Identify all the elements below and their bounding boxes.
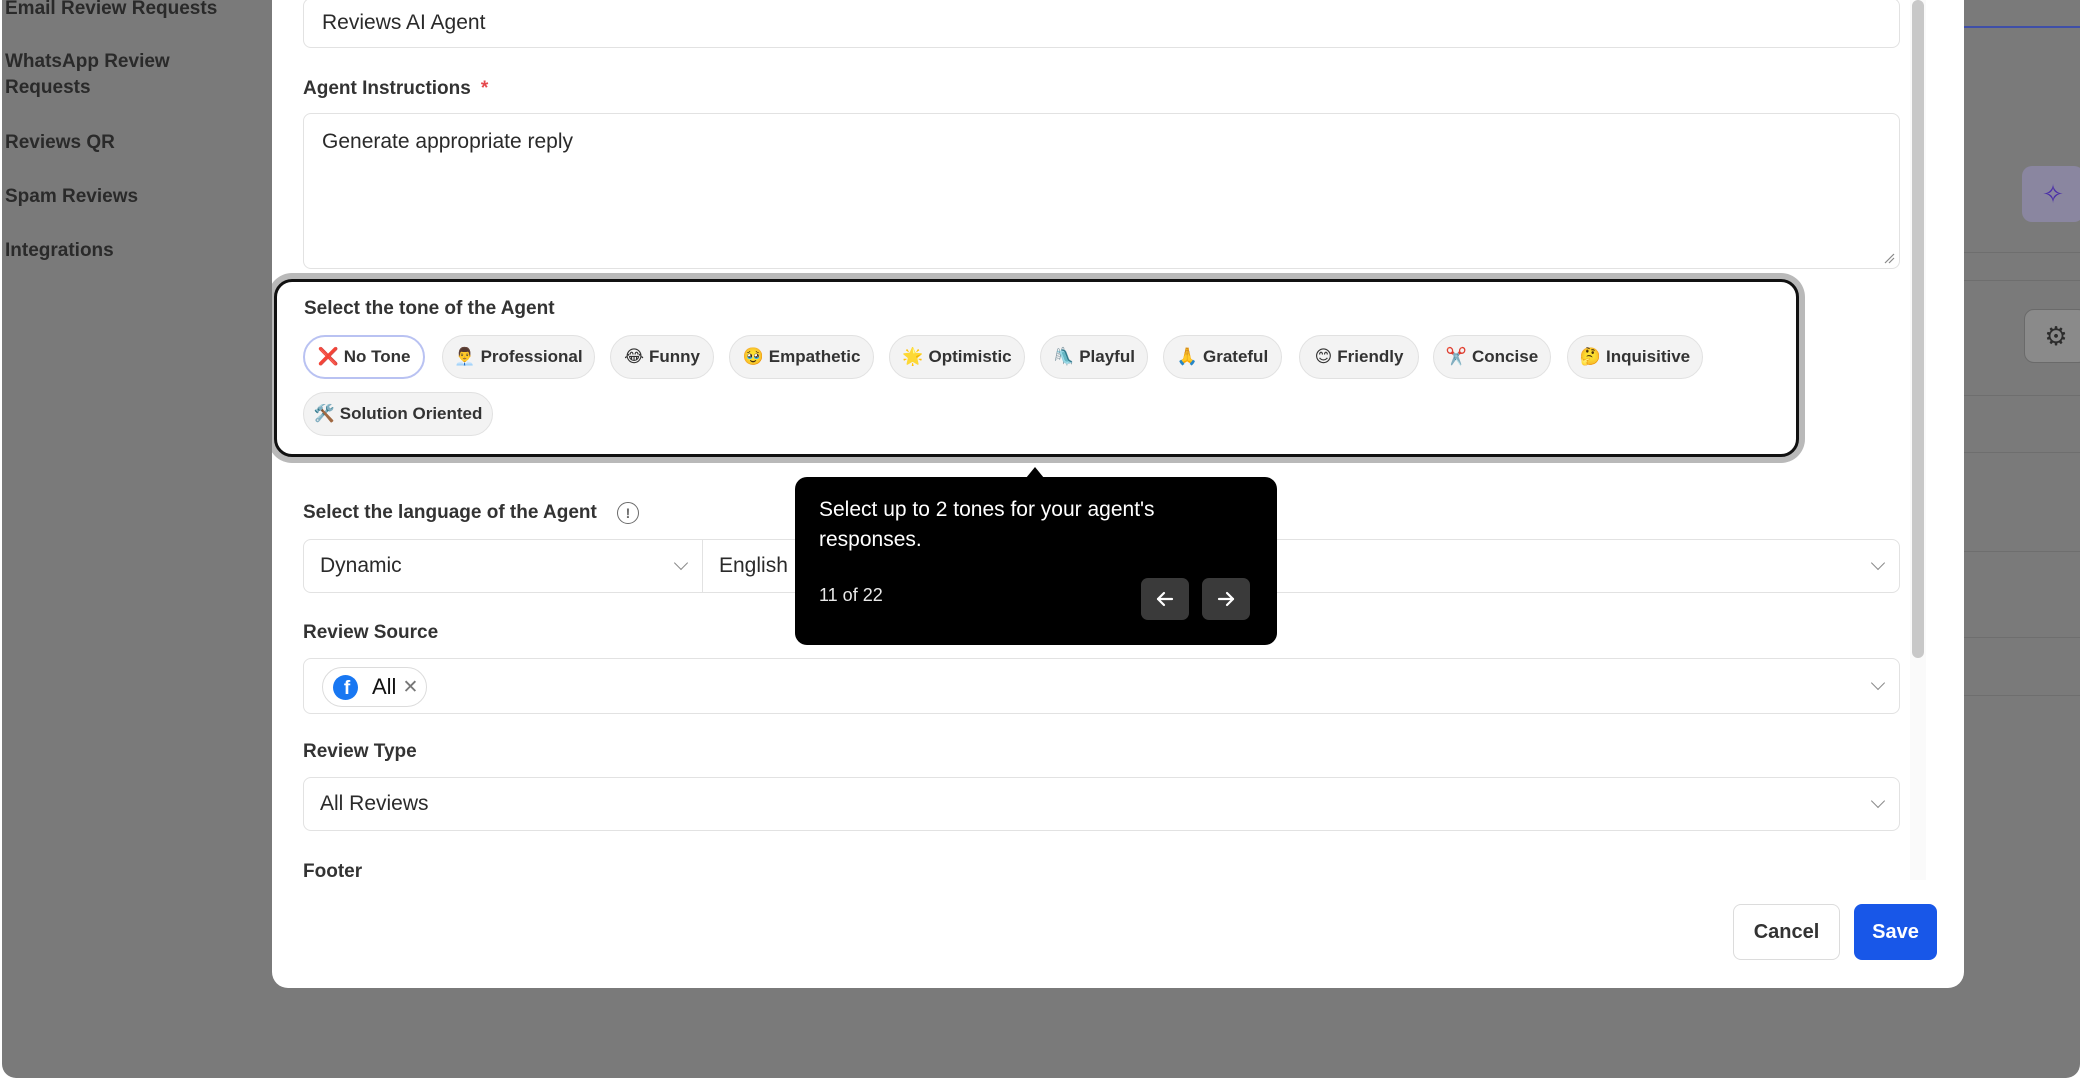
close-icon[interactable]: ✕ [402, 676, 418, 699]
background-divider [1962, 395, 2080, 396]
cancel-button[interactable]: Cancel [1733, 904, 1840, 960]
tone-chip-inquisitive[interactable]: 🤔 Inquisitive [1567, 335, 1703, 379]
review-type-label: Review Type [303, 741, 417, 762]
settings-button[interactable]: ⚙ [2024, 309, 2080, 363]
info-icon[interactable]: ! [617, 502, 639, 524]
footer-label: Footer [303, 861, 363, 880]
language-mode-select[interactable]: Dynamic [303, 539, 703, 593]
background-tab-underline [1962, 26, 2080, 28]
language-mode-value: Dynamic [320, 554, 402, 577]
sidebar-item-email-review-requests[interactable]: Email Review Requests [5, 0, 245, 22]
tone-chip-label: Inquisitive [1606, 347, 1691, 366]
tone-chip-concise[interactable]: ✂️ Concise [1433, 335, 1551, 379]
tone-chip-label: Friendly [1337, 347, 1404, 366]
playground-slide-icon: 🛝 [1053, 347, 1075, 366]
background-divider [1962, 637, 2080, 638]
cross-mark-icon: ❌ [317, 347, 339, 366]
scrollbar-thumb[interactable] [1912, 0, 1924, 658]
tone-chip-label: No Tone [343, 347, 411, 366]
chevron-down-icon [1870, 793, 1886, 809]
gear-icon: ⚙ [2044, 320, 2068, 351]
review-type-select[interactable]: All Reviews [303, 777, 1900, 831]
chevron-down-icon [673, 555, 689, 571]
background-divider [1962, 452, 2080, 453]
review-source-tag: f All ✕ [322, 667, 428, 707]
tooltip-prev-button[interactable] [1141, 578, 1189, 620]
star-icon: 🌟 [902, 347, 924, 366]
laughing-face-icon: 😂 [624, 347, 644, 366]
tools-icon: 🛠️ [313, 404, 335, 423]
teary-face-icon: 🥹 [742, 347, 764, 366]
modal-scroll-area[interactable]: Reviews AI Agent Agent Instructions * Gen… [272, 0, 1932, 880]
agent-instructions-value: Generate appropriate reply [322, 130, 573, 153]
tone-chip-label: Optimistic [928, 347, 1012, 366]
language-value: English [719, 554, 788, 577]
facebook-icon: f [333, 674, 358, 700]
tone-chip-friendly[interactable]: 😊 Friendly [1299, 335, 1419, 379]
tone-chip-solution-oriented[interactable]: 🛠️ Solution Oriented [303, 392, 493, 436]
ai-assist-button[interactable]: ✧ [2022, 166, 2080, 222]
tone-chip-label: Playful [1079, 347, 1135, 366]
tone-chip-label: Concise [1472, 347, 1539, 366]
tone-chip-label: Grateful [1202, 347, 1269, 366]
tone-chip-label: Solution Oriented [339, 404, 483, 423]
tooltip-text: Select up to 2 tones for your agent's re… [819, 498, 1155, 551]
agent-name-value: Reviews AI Agent [322, 11, 486, 34]
language-label: Select the language of the Agent [303, 502, 597, 523]
tone-chip-professional[interactable]: 👨‍💼 Professional [442, 335, 595, 379]
chevron-down-icon [1870, 675, 1886, 691]
review-type-value: All Reviews [320, 792, 429, 815]
scissors-icon: ✂️ [1445, 347, 1468, 366]
background-divider [1962, 252, 2080, 253]
tone-chip-empathetic[interactable]: 🥹 Empathetic [729, 335, 874, 379]
background-divider [1962, 280, 2080, 281]
tone-chip-label: Funny [648, 347, 700, 366]
tone-chip-grateful[interactable]: 🙏 Grateful [1163, 335, 1282, 379]
chevron-down-icon [1870, 555, 1886, 571]
resize-handle-icon[interactable] [1883, 252, 1895, 264]
agent-name-input[interactable]: Reviews AI Agent [303, 0, 1900, 48]
smiling-face-icon: 😊 [1314, 347, 1333, 366]
tooltip-next-button[interactable] [1202, 578, 1250, 620]
tone-chip-label: Professional [480, 347, 583, 366]
folded-hands-icon: 🙏 [1176, 347, 1198, 366]
review-source-tag-label: All [372, 674, 397, 699]
tone-label: Select the tone of the Agent [304, 298, 555, 319]
review-source-label: Review Source [303, 622, 439, 643]
agent-instructions-textarea[interactable]: Generate appropriate reply [303, 113, 1900, 269]
background-divider [1962, 551, 2080, 552]
tone-chip-funny[interactable]: 😂 Funny [610, 335, 714, 379]
tone-section-highlight: Select the tone of the Agent ❌ No Tone 👨‍… [274, 279, 1799, 457]
arrow-left-icon [1156, 591, 1174, 607]
sidebar-item-reviews-qr[interactable]: Reviews QR [5, 130, 245, 156]
office-worker-icon: 👨‍💼 [454, 347, 476, 366]
sidebar-item-integrations[interactable]: Integrations [5, 238, 245, 264]
review-source-select[interactable]: f All ✕ [303, 658, 1900, 714]
tone-chip-playful[interactable]: 🛝 Playful [1040, 335, 1148, 379]
agent-instructions-label-text: Agent Instructions [303, 78, 471, 99]
background-divider [1962, 695, 2080, 696]
tone-chip-label: Empathetic [768, 347, 861, 366]
required-mark: * [480, 78, 489, 99]
app-screen: Email Review Requests WhatsApp Review Re… [2, 0, 2080, 1078]
sidebar-item-spam-reviews[interactable]: Spam Reviews [5, 184, 245, 210]
tone-chip-optimistic[interactable]: 🌟 Optimistic [889, 335, 1025, 379]
onboarding-tooltip: Select up to 2 tones for your agent's re… [795, 477, 1277, 645]
arrow-right-icon [1217, 591, 1235, 607]
sparkle-icon: ✧ [2042, 178, 2064, 209]
tooltip-step-counter: 11 of 22 [819, 585, 883, 605]
tone-chip-no-tone[interactable]: ❌ No Tone [303, 335, 425, 379]
agent-instructions-label: Agent Instructions * [303, 78, 488, 100]
thinking-face-icon: 🤔 [1579, 347, 1602, 366]
save-button[interactable]: Save [1854, 904, 1937, 960]
sidebar-item-whatsapp-review-requests[interactable]: WhatsApp Review Requests [5, 49, 245, 101]
